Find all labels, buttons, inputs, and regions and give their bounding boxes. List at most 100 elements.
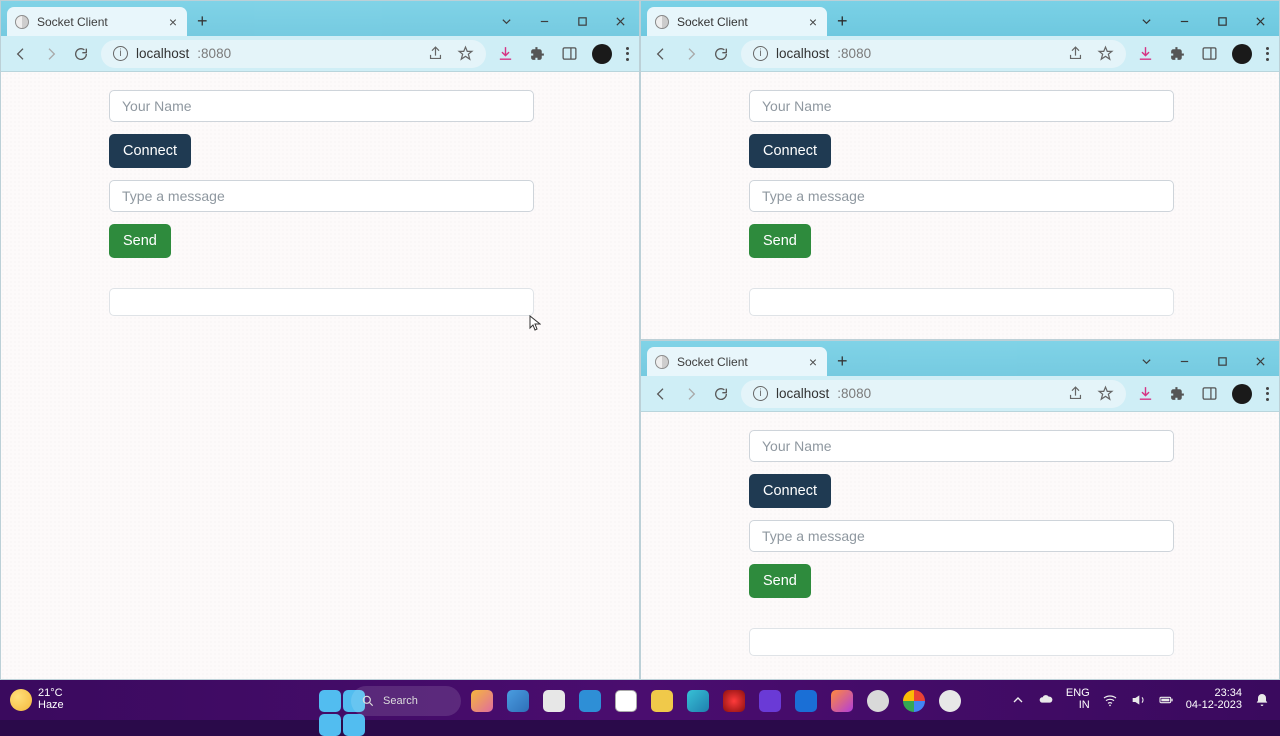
send-button[interactable]: Send: [109, 224, 171, 258]
taskbar-app-icon[interactable]: [899, 686, 929, 716]
kebab-menu-icon[interactable]: [1266, 387, 1269, 401]
bookmark-star-icon[interactable]: [1096, 45, 1114, 63]
maximize-button[interactable]: [563, 6, 601, 36]
close-tab-icon[interactable]: ×: [809, 14, 817, 30]
extensions-icon[interactable]: [1168, 385, 1186, 403]
clock[interactable]: 23:34 04-12-2023: [1186, 688, 1242, 711]
notifications-icon[interactable]: [1254, 692, 1270, 708]
taskbar-app-icon[interactable]: [647, 686, 677, 716]
profile-avatar[interactable]: [1232, 44, 1252, 64]
weather-widget[interactable]: 21°C Haze: [10, 688, 64, 711]
url-host: localhost: [776, 386, 829, 401]
search-placeholder: Search: [383, 695, 418, 707]
volume-icon[interactable]: [1130, 692, 1146, 708]
close-window-button[interactable]: [601, 6, 639, 36]
browser-tab[interactable]: Socket Client ×: [647, 7, 827, 36]
message-input[interactable]: [109, 180, 534, 212]
bookmark-star-icon[interactable]: [456, 45, 474, 63]
reload-button[interactable]: [711, 384, 731, 404]
wifi-icon[interactable]: [1102, 692, 1118, 708]
tab-title: Socket Client: [677, 355, 801, 369]
taskbar-app-icon[interactable]: [539, 686, 569, 716]
download-icon[interactable]: [1136, 45, 1154, 63]
connect-button[interactable]: Connect: [109, 134, 191, 168]
connect-button[interactable]: Connect: [749, 134, 831, 168]
address-bar[interactable]: i localhost:8080: [741, 40, 1126, 68]
name-input[interactable]: [109, 90, 534, 122]
extensions-icon[interactable]: [528, 45, 546, 63]
download-icon[interactable]: [496, 45, 514, 63]
browser-tab[interactable]: Socket Client ×: [647, 347, 827, 376]
taskbar-app-icon[interactable]: [611, 686, 641, 716]
taskbar-app-icon[interactable]: [827, 686, 857, 716]
taskbar-app-icon[interactable]: [755, 686, 785, 716]
back-button[interactable]: [11, 44, 31, 64]
send-button[interactable]: Send: [749, 564, 811, 598]
send-button[interactable]: Send: [749, 224, 811, 258]
chevron-down-icon[interactable]: [1127, 6, 1165, 36]
taskbar-app-icon[interactable]: [467, 686, 497, 716]
profile-avatar[interactable]: [1232, 384, 1252, 404]
site-info-icon[interactable]: i: [753, 386, 768, 401]
address-bar[interactable]: i localhost:8080: [741, 380, 1126, 408]
address-bar[interactable]: i localhost:8080: [101, 40, 486, 68]
chevron-down-icon[interactable]: [1127, 346, 1165, 376]
minimize-button[interactable]: [525, 6, 563, 36]
reload-button[interactable]: [711, 44, 731, 64]
forward-button[interactable]: [41, 44, 61, 64]
back-button[interactable]: [651, 44, 671, 64]
name-input[interactable]: [749, 430, 1174, 462]
close-tab-icon[interactable]: ×: [809, 354, 817, 370]
close-window-button[interactable]: [1241, 6, 1279, 36]
message-input[interactable]: [749, 520, 1174, 552]
chevron-up-icon[interactable]: [1010, 692, 1026, 708]
chevron-down-icon[interactable]: [487, 6, 525, 36]
bookmark-star-icon[interactable]: [1096, 385, 1114, 403]
sidepanel-icon[interactable]: [1200, 385, 1218, 403]
back-button[interactable]: [651, 384, 671, 404]
taskbar-app-icon[interactable]: [503, 686, 533, 716]
taskbar-app-icon[interactable]: [719, 686, 749, 716]
taskbar-app-icon[interactable]: [791, 686, 821, 716]
new-tab-button[interactable]: +: [827, 351, 858, 376]
site-info-icon[interactable]: i: [113, 46, 128, 61]
taskbar-app-icon[interactable]: [575, 686, 605, 716]
onedrive-icon[interactable]: [1038, 692, 1054, 708]
taskbar-app-icon[interactable]: [935, 686, 965, 716]
download-icon[interactable]: [1136, 385, 1154, 403]
battery-icon[interactable]: [1158, 692, 1174, 708]
close-window-button[interactable]: [1241, 346, 1279, 376]
windows-taskbar[interactable]: 21°C Haze Search ENG IN: [0, 680, 1280, 720]
page-content: Connect Send: [641, 412, 1279, 679]
maximize-button[interactable]: [1203, 346, 1241, 376]
minimize-button[interactable]: [1165, 6, 1203, 36]
new-tab-button[interactable]: +: [187, 11, 218, 36]
forward-button[interactable]: [681, 44, 701, 64]
new-tab-button[interactable]: +: [827, 11, 858, 36]
kebab-menu-icon[interactable]: [626, 47, 629, 61]
browser-tab[interactable]: Socket Client ×: [7, 7, 187, 36]
extensions-icon[interactable]: [1168, 45, 1186, 63]
share-icon[interactable]: [1066, 385, 1084, 403]
share-icon[interactable]: [426, 45, 444, 63]
profile-avatar[interactable]: [592, 44, 612, 64]
connect-button[interactable]: Connect: [749, 474, 831, 508]
share-icon[interactable]: [1066, 45, 1084, 63]
close-tab-icon[interactable]: ×: [169, 14, 177, 30]
maximize-button[interactable]: [1203, 6, 1241, 36]
language-indicator[interactable]: ENG IN: [1066, 688, 1090, 711]
taskbar-app-icon[interactable]: [683, 686, 713, 716]
start-button[interactable]: [315, 686, 345, 716]
forward-button[interactable]: [681, 384, 701, 404]
message-input[interactable]: [749, 180, 1174, 212]
url-host: localhost: [776, 46, 829, 61]
taskbar-app-icon[interactable]: [863, 686, 893, 716]
kebab-menu-icon[interactable]: [1266, 47, 1269, 61]
sidepanel-icon[interactable]: [1200, 45, 1218, 63]
name-input[interactable]: [749, 90, 1174, 122]
taskbar-search[interactable]: Search: [351, 686, 461, 716]
sidepanel-icon[interactable]: [560, 45, 578, 63]
minimize-button[interactable]: [1165, 346, 1203, 376]
site-info-icon[interactable]: i: [753, 46, 768, 61]
reload-button[interactable]: [71, 44, 91, 64]
